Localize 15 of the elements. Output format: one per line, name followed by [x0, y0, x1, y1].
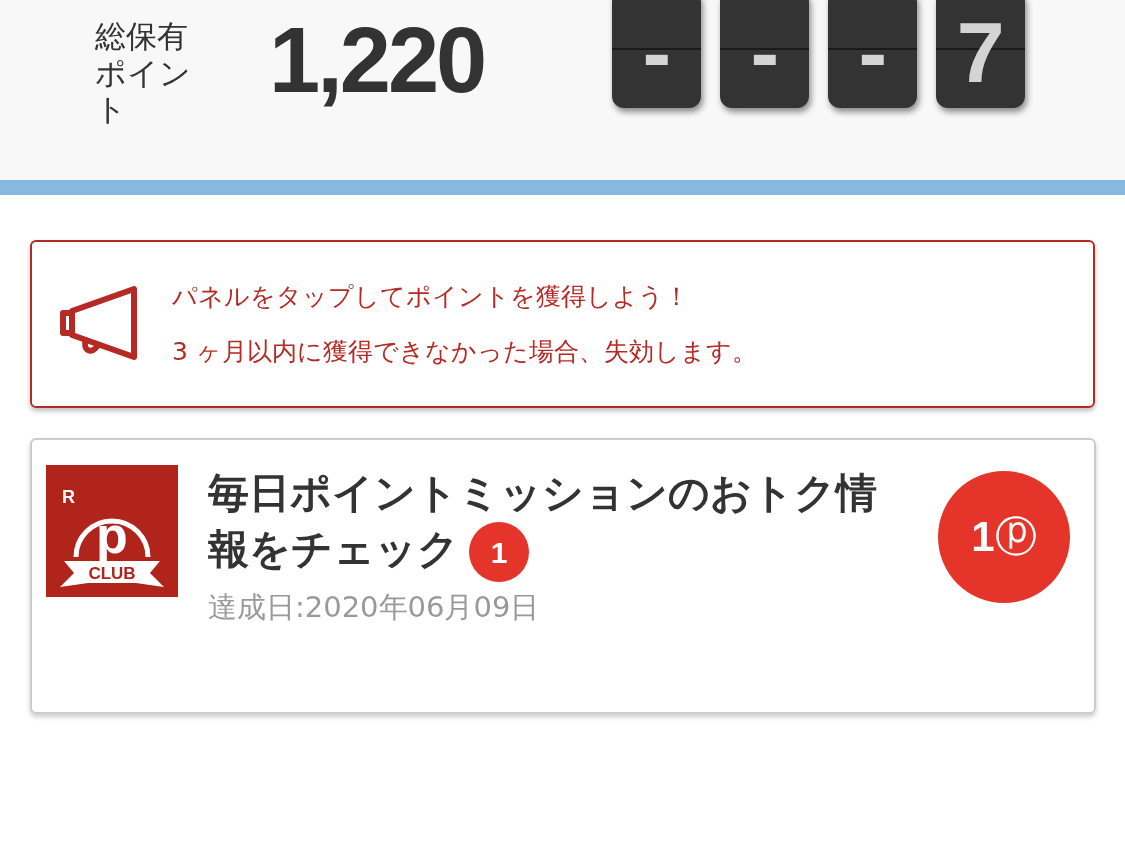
points-value: 1,220 — [269, 14, 485, 106]
notice-text: パネルをタップしてポイントを獲得しよう！ — [172, 280, 690, 312]
mission-card[interactable]: R p CLUB 毎日ポイントミッションのおトク情報をチェック 1 達成日:2020年06月09日 1ⓟ — [30, 438, 1096, 714]
completion-date: 達成日:2020年06月09日 — [208, 589, 541, 627]
flip-digit: - — [612, 0, 702, 108]
count-badge: 1 — [469, 522, 529, 583]
total-points-label: 総保有ポイント — [95, 18, 192, 128]
megaphone-icon — [58, 285, 140, 363]
flip-digit: - — [828, 0, 918, 108]
reward-badge: 1ⓟ — [938, 471, 1070, 603]
flip-digit: 7 — [936, 0, 1026, 108]
flip-digit: - — [720, 0, 810, 108]
notice-text: 3 ヶ月以内に獲得できなかった場合、失効します。 — [172, 336, 757, 368]
mission-title: 毎日ポイントミッションのおトク情報をチェック 1 — [208, 465, 898, 583]
club-logo: R p CLUB — [46, 465, 178, 597]
